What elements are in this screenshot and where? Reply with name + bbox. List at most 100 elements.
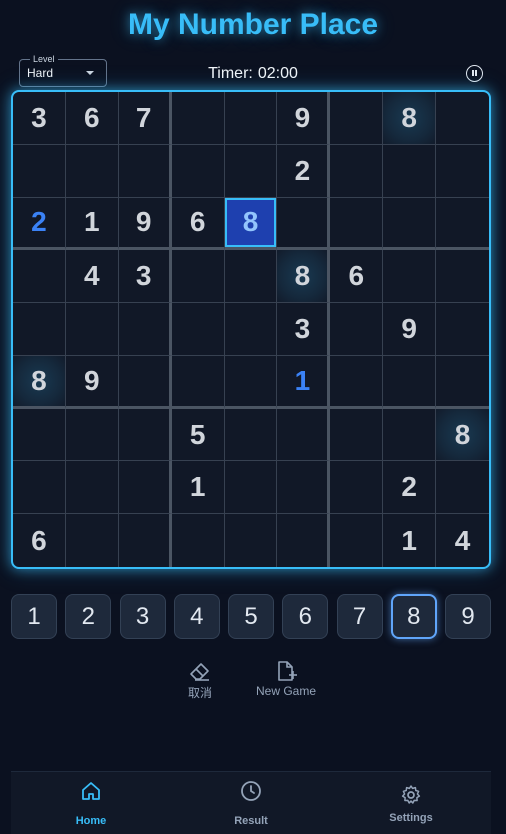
- sudoku-cell-r3c8[interactable]: [383, 197, 437, 251]
- sudoku-cell-r3c3[interactable]: 9: [118, 197, 172, 251]
- sudoku-cell-r8c4[interactable]: 1: [171, 461, 225, 515]
- sudoku-cell-r3c5[interactable]: 8: [224, 197, 278, 251]
- sudoku-cell-r6c2[interactable]: 9: [65, 355, 119, 409]
- sudoku-cell-r1c1[interactable]: 3: [13, 92, 66, 145]
- sudoku-cell-r5c9[interactable]: [436, 303, 489, 356]
- sudoku-cell-r5c8[interactable]: 9: [383, 303, 437, 356]
- sudoku-cell-r4c5[interactable]: [224, 250, 278, 304]
- sudoku-cell-r7c3[interactable]: [118, 408, 172, 462]
- sudoku-cell-r3c1[interactable]: 2: [13, 197, 66, 251]
- number-button-2[interactable]: 2: [65, 594, 112, 639]
- sudoku-cell-r5c7[interactable]: [330, 303, 384, 356]
- sudoku-cell-r5c4[interactable]: [171, 303, 225, 356]
- sudoku-cell-r2c7[interactable]: [330, 144, 384, 198]
- sudoku-cell-r3c6[interactable]: [277, 197, 331, 251]
- sudoku-cell-r9c9[interactable]: 4: [436, 514, 489, 567]
- sudoku-cell-r9c5[interactable]: [225, 514, 278, 567]
- sudoku-cell-r5c1[interactable]: [13, 303, 66, 356]
- sudoku-cell-r6c1[interactable]: 8: [13, 355, 66, 409]
- sudoku-cell-r6c8[interactable]: [383, 355, 437, 409]
- sudoku-cell-r3c4[interactable]: 6: [171, 197, 225, 251]
- sudoku-cell-r1c6[interactable]: 9: [277, 92, 331, 145]
- sudoku-cell-r6c9[interactable]: [436, 356, 489, 409]
- sudoku-cell-r5c3[interactable]: [118, 303, 172, 356]
- nav-result[interactable]: Result: [171, 772, 331, 834]
- sudoku-cell-r6c7[interactable]: [330, 355, 384, 409]
- sudoku-cell-r6c6[interactable]: 1: [277, 355, 331, 409]
- sudoku-cell-r7c2[interactable]: [65, 408, 119, 462]
- sudoku-cell-r7c5[interactable]: [224, 408, 278, 462]
- sudoku-cell-r9c1[interactable]: 6: [13, 514, 66, 567]
- nav-home[interactable]: Home: [11, 772, 171, 834]
- sudoku-cell-r7c1[interactable]: [13, 408, 66, 462]
- sudoku-cell-r3c7[interactable]: [330, 197, 384, 251]
- sudoku-cell-r7c8[interactable]: [383, 408, 437, 462]
- sudoku-cell-r9c4[interactable]: [172, 514, 225, 567]
- sudoku-cell-r2c1[interactable]: [13, 144, 66, 198]
- sudoku-cell-r8c3[interactable]: [118, 461, 172, 515]
- sudoku-cell-r1c3[interactable]: 7: [118, 92, 172, 145]
- number-button-6[interactable]: 6: [282, 594, 329, 639]
- number-button-3[interactable]: 3: [119, 594, 166, 639]
- sudoku-cell-r8c1[interactable]: [13, 461, 66, 515]
- sudoku-cell-r3c9[interactable]: [436, 198, 489, 251]
- sudoku-cell-r1c5[interactable]: [224, 92, 278, 145]
- erase-button[interactable]: 取消: [180, 660, 220, 701]
- number-button-1[interactable]: 1: [11, 594, 57, 639]
- sudoku-cell-r8c8[interactable]: 2: [383, 461, 437, 515]
- new-file-icon: [278, 661, 297, 681]
- sudoku-cell-r4c7[interactable]: 6: [330, 250, 384, 304]
- sudoku-cell-r9c3[interactable]: [119, 514, 172, 567]
- sudoku-cell-r2c6[interactable]: 2: [277, 144, 331, 198]
- sudoku-cell-r2c2[interactable]: [65, 144, 119, 198]
- nav-settings[interactable]: Settings: [331, 772, 491, 834]
- sudoku-cell-r1c4[interactable]: [171, 92, 225, 145]
- sudoku-cell-r4c2[interactable]: 4: [65, 250, 119, 304]
- sudoku-cell-r2c3[interactable]: [118, 144, 172, 198]
- sudoku-cell-r2c9[interactable]: [436, 145, 489, 198]
- sudoku-cell-r5c6[interactable]: 3: [277, 303, 331, 356]
- sudoku-cell-r1c9[interactable]: [436, 92, 489, 145]
- sudoku-cell-r9c8[interactable]: 1: [383, 514, 437, 567]
- pause-icon[interactable]: [466, 65, 483, 82]
- sudoku-cell-r4c9[interactable]: [436, 250, 489, 304]
- number-button-9[interactable]: 9: [445, 594, 491, 639]
- sudoku-cell-r6c5[interactable]: [224, 355, 278, 409]
- sudoku-cell-r8c6[interactable]: [277, 461, 331, 515]
- sudoku-cell-r3c2[interactable]: 1: [65, 197, 119, 251]
- sudoku-cell-r7c7[interactable]: [330, 408, 384, 462]
- sudoku-cell-r8c9[interactable]: [436, 461, 489, 515]
- sudoku-cell-r4c8[interactable]: [383, 250, 437, 304]
- sudoku-cell-r4c4[interactable]: [171, 250, 225, 304]
- sudoku-cell-r4c6[interactable]: 8: [277, 250, 331, 304]
- number-button-5[interactable]: 5: [228, 594, 274, 639]
- level-legend: Level: [30, 53, 58, 65]
- new-game-button[interactable]: New Game: [250, 660, 322, 698]
- sudoku-cell-r1c8[interactable]: 8: [383, 92, 437, 145]
- sudoku-cell-r5c5[interactable]: [224, 303, 278, 356]
- number-button-7[interactable]: 7: [336, 594, 383, 639]
- sudoku-cell-r9c6[interactable]: [277, 514, 331, 567]
- sudoku-cell-r7c6[interactable]: [277, 408, 331, 462]
- number-button-4[interactable]: 4: [173, 594, 220, 639]
- timer-value: 02:00: [257, 65, 298, 82]
- sudoku-cell-r8c5[interactable]: [224, 461, 278, 515]
- sudoku-cell-r1c7[interactable]: [330, 92, 384, 145]
- sudoku-cell-r7c9[interactable]: 8: [436, 408, 489, 462]
- number-button-8[interactable]: 8: [390, 594, 437, 639]
- sudoku-cell-r9c2[interactable]: [66, 514, 119, 567]
- sudoku-cell-r1c2[interactable]: 6: [65, 92, 119, 145]
- sudoku-cell-r8c2[interactable]: [65, 461, 119, 515]
- sudoku-cell-r6c4[interactable]: [171, 355, 225, 409]
- sudoku-cell-r2c4[interactable]: [171, 144, 225, 198]
- sudoku-cell-r4c1[interactable]: [13, 250, 66, 304]
- sudoku-cell-r5c2[interactable]: [65, 303, 119, 356]
- sudoku-cell-r2c5[interactable]: [224, 144, 278, 198]
- sudoku-cell-r2c8[interactable]: [383, 144, 437, 198]
- sudoku-cell-r9c7[interactable]: [330, 514, 384, 567]
- sudoku-cell-r4c3[interactable]: 3: [118, 250, 172, 304]
- nav-settings-label: Settings: [389, 812, 433, 824]
- sudoku-cell-r7c4[interactable]: 5: [171, 408, 225, 462]
- sudoku-cell-r8c7[interactable]: [330, 461, 384, 515]
- sudoku-cell-r6c3[interactable]: [118, 355, 172, 409]
